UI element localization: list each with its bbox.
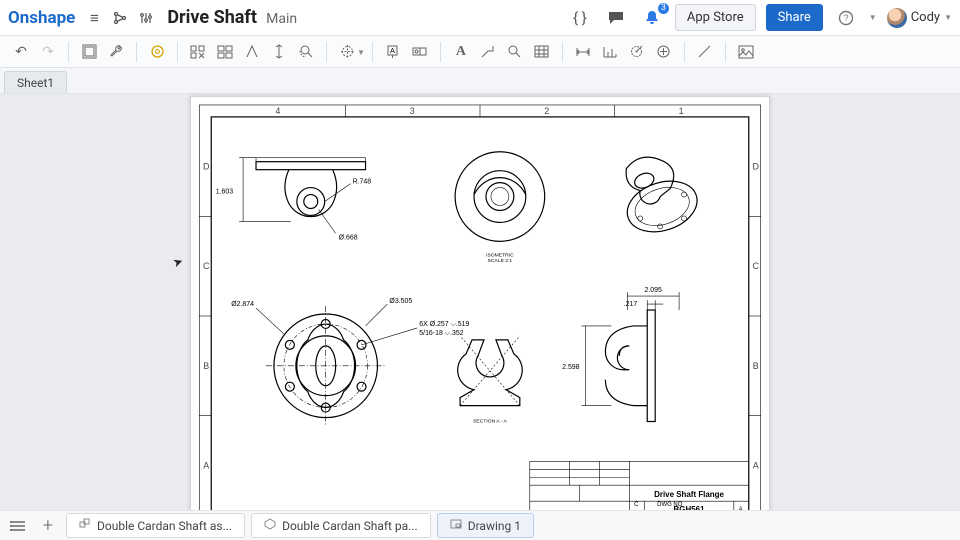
avatar [887,8,907,28]
svg-text:B: B [753,361,759,371]
svg-text:.217: .217 [624,301,638,308]
brand-logo[interactable]: Onshape [8,8,75,28]
callout-button[interactable] [475,39,501,65]
help-icon[interactable]: ? [835,7,857,29]
braces-icon[interactable]: { } [569,7,591,29]
detail-view-button[interactable] [293,39,319,65]
view-cube-button[interactable] [144,39,170,65]
sheet-tab[interactable]: Sheet1 [4,71,67,93]
chevron-down-icon: ▼ [944,13,952,22]
projected-view-button[interactable] [212,39,238,65]
drawing-toolbar: ↶ ↷ ▼ A A [0,36,960,68]
svg-text:5/16-18 ⌵.352: 5/16-18 ⌵.352 [419,330,463,337]
note-button[interactable]: A [448,39,474,65]
dimension-button[interactable] [570,39,596,65]
part-icon [264,518,276,533]
svg-text:D: D [753,162,760,172]
element-tab-assembly[interactable]: Double Cardan Shaft as... [66,513,245,538]
svg-text:?: ? [843,13,848,23]
appstore-button[interactable]: App Store [675,4,756,31]
redo-button[interactable]: ↷ [35,39,61,65]
assembly-icon [79,518,91,533]
sheet-button[interactable] [76,39,102,65]
section-view-button[interactable] [266,39,292,65]
svg-text:2: 2 [544,106,549,116]
menu-icon[interactable]: ≡ [83,7,105,29]
find-button[interactable] [502,39,528,65]
tab-label: Double Cardan Shaft as... [97,519,232,533]
comment-icon[interactable] [605,7,627,29]
svg-text:3: 3 [410,106,415,116]
share-button[interactable]: Share [766,4,823,31]
user-name: Cody [911,10,940,25]
svg-text:C: C [634,502,639,508]
svg-text:R.748: R.748 [353,179,372,186]
hole-callout-button[interactable] [651,39,677,65]
tab-manager-icon[interactable] [6,514,30,538]
insert-view-button[interactable] [185,39,211,65]
doc-name[interactable]: Drive Shaft [167,7,257,28]
notifications-icon[interactable]: 3 [641,7,663,29]
svg-text:D: D [203,162,210,172]
help-caret-icon[interactable]: ▼ [869,13,877,22]
svg-text:Ø3.505: Ø3.505 [389,298,412,305]
svg-text:2.095: 2.095 [645,287,663,294]
centermark-caret-icon[interactable]: ▼ [357,46,365,57]
image-button[interactable] [733,39,759,65]
svg-text:1.603: 1.603 [216,189,234,196]
wrench-button[interactable] [103,39,129,65]
svg-text:C: C [753,261,760,271]
datum-button[interactable]: A [380,39,406,65]
svg-text:2.598: 2.598 [562,364,580,371]
element-tab-bar: + Double Cardan Shaft as... Double Carda… [0,510,960,540]
svg-text:A: A [203,460,209,470]
version-graph-icon[interactable] [109,7,131,29]
workspace-name[interactable]: Main [266,11,297,27]
svg-text:B: B [203,361,209,371]
svg-text:A: A [391,48,396,55]
svg-text:6X Ø.257 ⌵.519: 6X Ø.257 ⌵.519 [419,321,469,328]
aux-view-button[interactable] [239,39,265,65]
breadcrumb: Drive Shaft Main [167,7,297,28]
svg-text:C: C [203,261,210,271]
svg-text:ISOMETRIC: ISOMETRIC [486,252,514,258]
svg-text:4: 4 [275,106,280,116]
radial-dim-button[interactable] [624,39,650,65]
undo-button[interactable]: ↶ [8,39,34,65]
user-menu[interactable]: Cody ▼ [887,8,952,28]
cursor-icon: ➤ [171,254,185,271]
element-tab-partstudio[interactable]: Double Cardan Shaft pa... [251,513,431,538]
gtol-button[interactable] [407,39,433,65]
notification-badge: 3 [658,3,669,14]
topbar-right: { } 3 App Store Share ? ▼ Cody ▼ [567,4,952,31]
svg-text:A: A [753,460,759,470]
svg-text:SECTION A - A: SECTION A - A [473,419,507,425]
ordinate-button[interactable] [597,39,623,65]
svg-text:Ø2.874: Ø2.874 [231,301,254,308]
svg-text:1: 1 [679,106,684,116]
tab-label: Drawing 1 [468,519,521,533]
element-tab-drawing[interactable]: Drawing 1 [437,513,534,538]
add-tab-button[interactable]: + [36,514,60,538]
top-bar: Onshape ≡ Drive Shaft Main { } 3 App Sto… [0,0,960,36]
sheet-tab-bar: Sheet1 [0,68,960,94]
svg-text:SCALE 2:1: SCALE 2:1 [488,258,513,264]
tab-label: Double Cardan Shaft pa... [282,519,418,533]
svg-text:Drive Shaft Flange: Drive Shaft Flange [654,490,724,499]
drawing-sheet: 4 3 2 1 4 3 2 1 D C B A D C B A [190,96,770,536]
line-button[interactable] [692,39,718,65]
drawing-canvas[interactable]: ➤ 4 3 2 1 4 3 2 1 D C B A D [0,94,960,510]
table-button[interactable] [529,39,555,65]
config-icon[interactable] [135,7,157,29]
svg-text:Ø.668: Ø.668 [339,234,358,241]
drawing-icon [450,518,462,533]
